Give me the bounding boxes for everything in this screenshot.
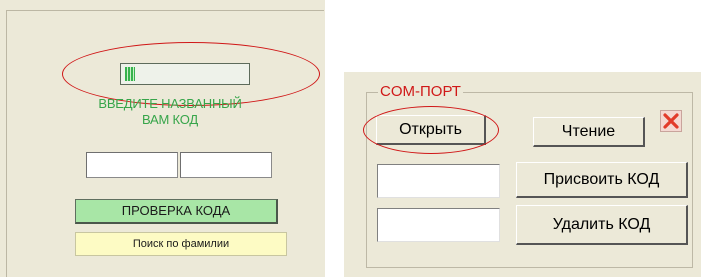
- code-input-part-1[interactable]: [86, 152, 178, 178]
- check-code-button[interactable]: ПРОВЕРКА КОДА: [75, 199, 278, 224]
- com-port-group-title: COM-ПОРТ: [378, 83, 463, 101]
- code-level-indicator-fill: [125, 67, 135, 81]
- code-input-part-2[interactable]: [180, 152, 272, 178]
- prompt-line-1: ВВЕДИТЕ НАЗВАННЫЙ: [98, 96, 242, 111]
- close-icon[interactable]: [660, 110, 682, 132]
- search-by-surname-button[interactable]: Поиск по фамилии: [75, 232, 287, 256]
- delete-code-button[interactable]: Удалить КОД: [516, 205, 688, 245]
- close-icon-glyph: [663, 113, 679, 129]
- port-field-1[interactable]: [377, 164, 500, 198]
- assign-code-button[interactable]: Присвоить КОД: [516, 162, 688, 198]
- com-port-panel: COM-ПОРТ Открыть Чтение Присвоить КОД Уд…: [344, 72, 701, 277]
- prompt-line-2: ВАМ КОД: [141, 112, 198, 127]
- open-port-button[interactable]: Открыть: [376, 115, 486, 145]
- port-field-2[interactable]: [377, 208, 500, 242]
- code-entry-panel: ВВЕДИТЕ НАЗВАННЫЙ ВАМ КОД ПРОВЕРКА КОДА …: [0, 0, 325, 277]
- enter-code-prompt: ВВЕДИТЕ НАЗВАННЫЙ ВАМ КОД: [60, 96, 280, 128]
- code-level-indicator: [120, 63, 250, 85]
- read-button[interactable]: Чтение: [533, 117, 645, 147]
